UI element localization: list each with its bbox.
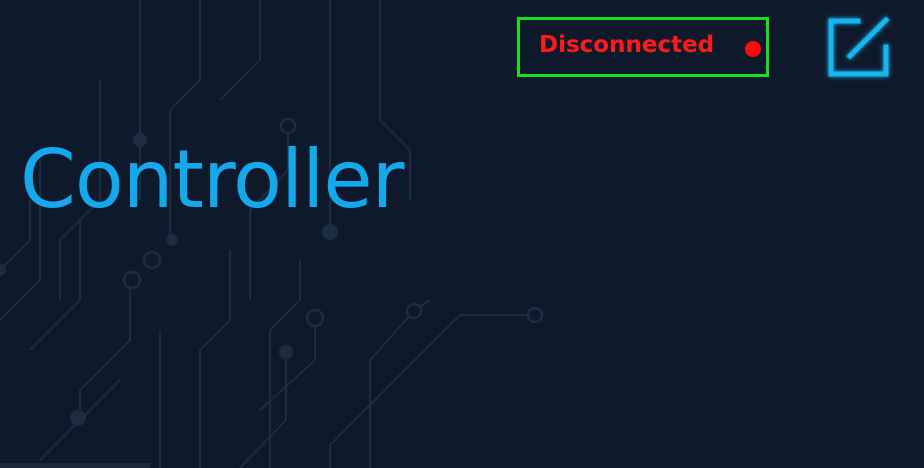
edit-button[interactable] [822, 10, 896, 84]
connection-status-label: Disconnected [539, 32, 715, 58]
page-title: Controller [20, 133, 405, 226]
status-dot-icon [745, 41, 761, 57]
controller-screen: Disconnected Controller [0, 0, 924, 468]
connection-status-badge: Disconnected [517, 17, 769, 77]
bottom-divider [0, 463, 150, 468]
edit-icon [828, 16, 890, 77]
circuit-background [0, 0, 544, 468]
